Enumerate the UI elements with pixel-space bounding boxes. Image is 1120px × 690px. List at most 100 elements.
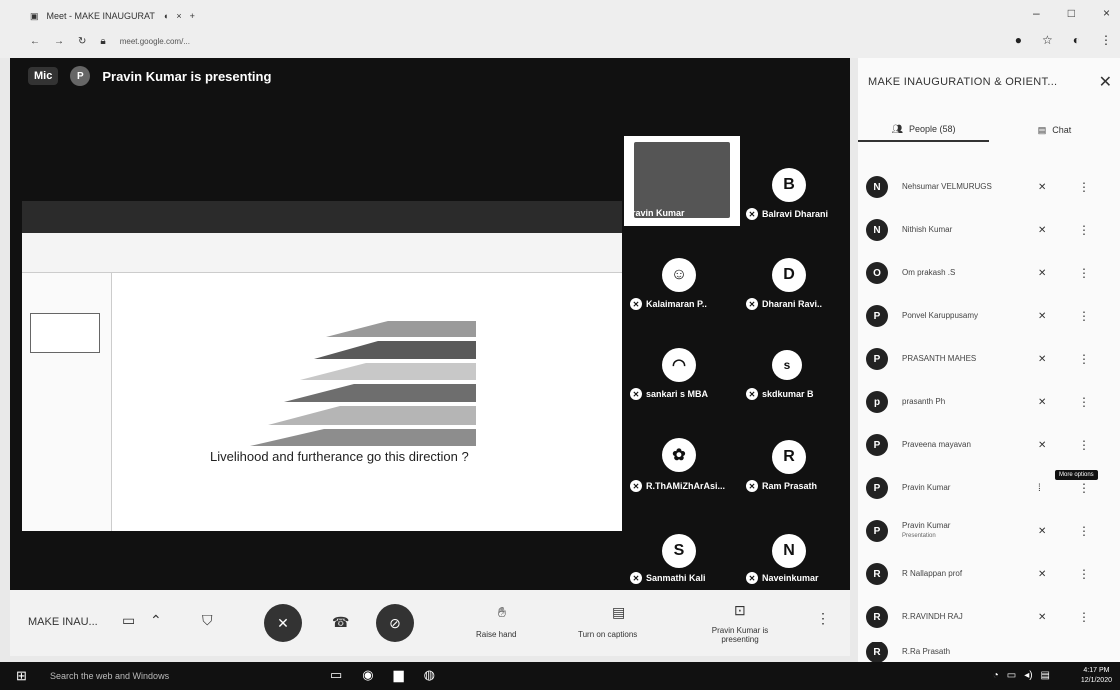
more-options-icon[interactable]: ⋮ (1078, 266, 1090, 280)
bookmark-star-icon[interactable]: ☆ (1042, 33, 1053, 47)
tab-close-icon[interactable]: × (176, 11, 181, 21)
browser-tab[interactable]: ▣ Meet - MAKE INAUGURAT ◖ × + (30, 8, 195, 24)
url-field[interactable]: meet.google.com/... (120, 37, 190, 46)
participant-row[interactable]: R R Nallappan prof ✕ ⋮ (866, 559, 1116, 589)
participant-name: Pravin Kumar Presentation (902, 521, 1042, 541)
more-options-icon[interactable]: ⋮ (1078, 438, 1090, 452)
more-options-icon[interactable]: ⋮ (1078, 395, 1090, 409)
participant-row[interactable]: P Pravin Kumar Presentation ✕ ⋮ (866, 516, 1116, 546)
mic-toggle-button[interactable]: ✕ (264, 604, 302, 642)
profile-icon[interactable]: ◐ (1073, 33, 1080, 47)
taskbar-search[interactable]: Search the web and Windows (50, 671, 169, 681)
mic-off-icon: ✕ (1038, 267, 1047, 279)
mic-off-icon: ✕ (1038, 353, 1047, 365)
task-view-icon[interactable]: ▭ (330, 667, 342, 683)
camera-off-icon: ⊘ (389, 614, 401, 631)
participant-avatar: R (866, 642, 888, 662)
notification-icon[interactable]: ▤ (1041, 670, 1050, 681)
hang-up-icon[interactable]: ☎ (332, 614, 349, 631)
participant-row[interactable]: P Ponvel Karuppusamy ✕ ⋮ (866, 301, 1116, 331)
raise-hand-icon[interactable]: ✋︎ (498, 604, 506, 621)
volume-icon[interactable]: ◂) (1024, 670, 1032, 681)
chrome-icon[interactable]: ◍ (424, 667, 435, 683)
participant-avatar: B (772, 168, 806, 202)
tab-chat-label: Chat (1052, 125, 1072, 135)
audio-icon[interactable]: ◖ (163, 11, 168, 21)
more-options-icon[interactable]: ⋮ (1078, 352, 1090, 366)
participant-row[interactable]: R R.Ra Prasath (866, 642, 1116, 662)
participant-name: Naveinkumar (762, 573, 819, 583)
participant-row[interactable]: O Om prakash .S ✕ ⋮ (866, 258, 1116, 288)
participant-name: PRASANTH MAHES (902, 354, 977, 363)
people-icon: 👥︎ (891, 123, 903, 134)
windows-start-icon[interactable]: ⊞ (16, 668, 27, 684)
close-icon[interactable]: ✕ (1099, 72, 1112, 92)
more-options-icon[interactable]: ⋮ (1078, 180, 1090, 194)
network-icon[interactable]: ◔ (993, 670, 999, 681)
participant-row[interactable]: R R.RAVINDH RAJ ✕ ⋮ (866, 602, 1116, 632)
more-options-icon[interactable]: ⋮ (816, 610, 830, 627)
participant-row[interactable]: p prasanth Ph ✕ ⋮ (866, 387, 1116, 417)
captions-icon[interactable]: ▤ (612, 604, 625, 621)
minimize-icon[interactable]: – (1033, 6, 1040, 20)
presenting-status[interactable]: Pravin Kumar is presenting (700, 626, 780, 644)
mic-off-icon: ✕ (277, 614, 289, 631)
chevron-up-icon[interactable]: ⌃ (150, 612, 162, 629)
mic-off-icon: ✕ (746, 298, 758, 310)
meet-favicon-icon: ▣ (30, 10, 39, 21)
maximize-icon[interactable]: □ (1068, 6, 1075, 20)
meeting-details-icon[interactable]: ▭ (122, 612, 135, 629)
people-panel: MAKE INAUGURATION & ORIENT... ✕ 👥︎ Peopl… (858, 58, 1120, 662)
camera-indicator-icon[interactable]: ● (1015, 33, 1022, 47)
presenter-avatar: P (70, 66, 91, 86)
participant-avatar: P (866, 434, 888, 456)
clock[interactable]: 4:17 PM 12/1/2020 (1081, 666, 1112, 686)
participant-avatar: N (866, 219, 888, 241)
participant-row[interactable]: P PRASANTH MAHES ✕ ⋮ (866, 344, 1116, 374)
participant-row[interactable]: P Praveena mayavan ✕ ⋮ (866, 430, 1116, 460)
new-tab-icon[interactable]: + (190, 11, 195, 21)
forward-icon[interactable]: → (54, 36, 64, 47)
participant-row[interactable]: N Nithish Kumar ✕ ⋮ (866, 215, 1116, 245)
shield-icon[interactable]: ⛉ (202, 612, 213, 629)
tab-people[interactable]: 👥︎ People (58) (858, 118, 989, 142)
folder-icon[interactable]: ▆ (394, 667, 404, 683)
raise-hand-button[interactable]: Raise hand (476, 630, 516, 639)
captions-button[interactable]: Turn on captions (578, 630, 637, 639)
battery-icon[interactable]: ▭ (1007, 670, 1016, 681)
more-options-icon[interactable]: ⋮ (1078, 481, 1090, 495)
pyramid-layer (300, 363, 476, 380)
menu-dots-icon[interactable]: ⋮ (1100, 33, 1112, 47)
more-options-icon[interactable]: ⋮ (1078, 223, 1090, 237)
more-options-tooltip: More options (1055, 470, 1098, 480)
mic-badge: Mic (28, 67, 59, 85)
reload-icon[interactable]: ↻ (78, 36, 86, 47)
present-icon[interactable]: ⊡ (734, 602, 746, 619)
camera-toggle-button[interactable]: ⊘ (376, 604, 414, 642)
back-icon[interactable]: ← (30, 36, 40, 47)
participant-avatar: R (772, 440, 806, 474)
participant-row[interactable]: N Nehsumar VELMURUGS ✕ ⋮ (866, 172, 1116, 202)
close-window-icon[interactable]: × (1103, 6, 1110, 20)
participant-avatar: ☺ (662, 258, 696, 292)
more-options-icon[interactable]: ⋮ (1078, 524, 1090, 538)
pyramid-layer (250, 429, 476, 446)
taskbar: ⊞ Search the web and Windows ▭ ◉ ▆ ◍ ◔ ▭… (0, 662, 1120, 690)
meeting-controls: MAKE INAU... ▭ ⌃ ⛉ ✕ ☎ ⊘ ✋︎ Raise hand ▤… (10, 590, 850, 656)
participant-avatar: ✿ (662, 438, 696, 472)
participant-name: sankari s MBA (646, 389, 709, 399)
app-icon[interactable]: ◉ (362, 667, 373, 683)
participant-name: Balravi Dharani (762, 209, 829, 219)
mic-off-icon: ✕ (630, 298, 642, 310)
more-options-icon[interactable]: ⋮ (1078, 309, 1090, 323)
more-options-icon[interactable]: ⋮ (1078, 567, 1090, 581)
participant-avatar: R (866, 606, 888, 628)
meeting-name[interactable]: MAKE INAU... (28, 616, 98, 628)
clock-date: 12/1/2020 (1080, 677, 1112, 684)
mic-off-icon: ✕ (746, 208, 758, 220)
more-options-icon[interactable]: ⋮ (1078, 610, 1090, 624)
participant-avatar: O (866, 262, 888, 284)
tile-label: ✕ Kalaimaran P.. (630, 298, 707, 310)
participant-name: Kalaimaran P.. (646, 299, 707, 309)
tab-chat[interactable]: ▤ Chat (989, 118, 1120, 142)
